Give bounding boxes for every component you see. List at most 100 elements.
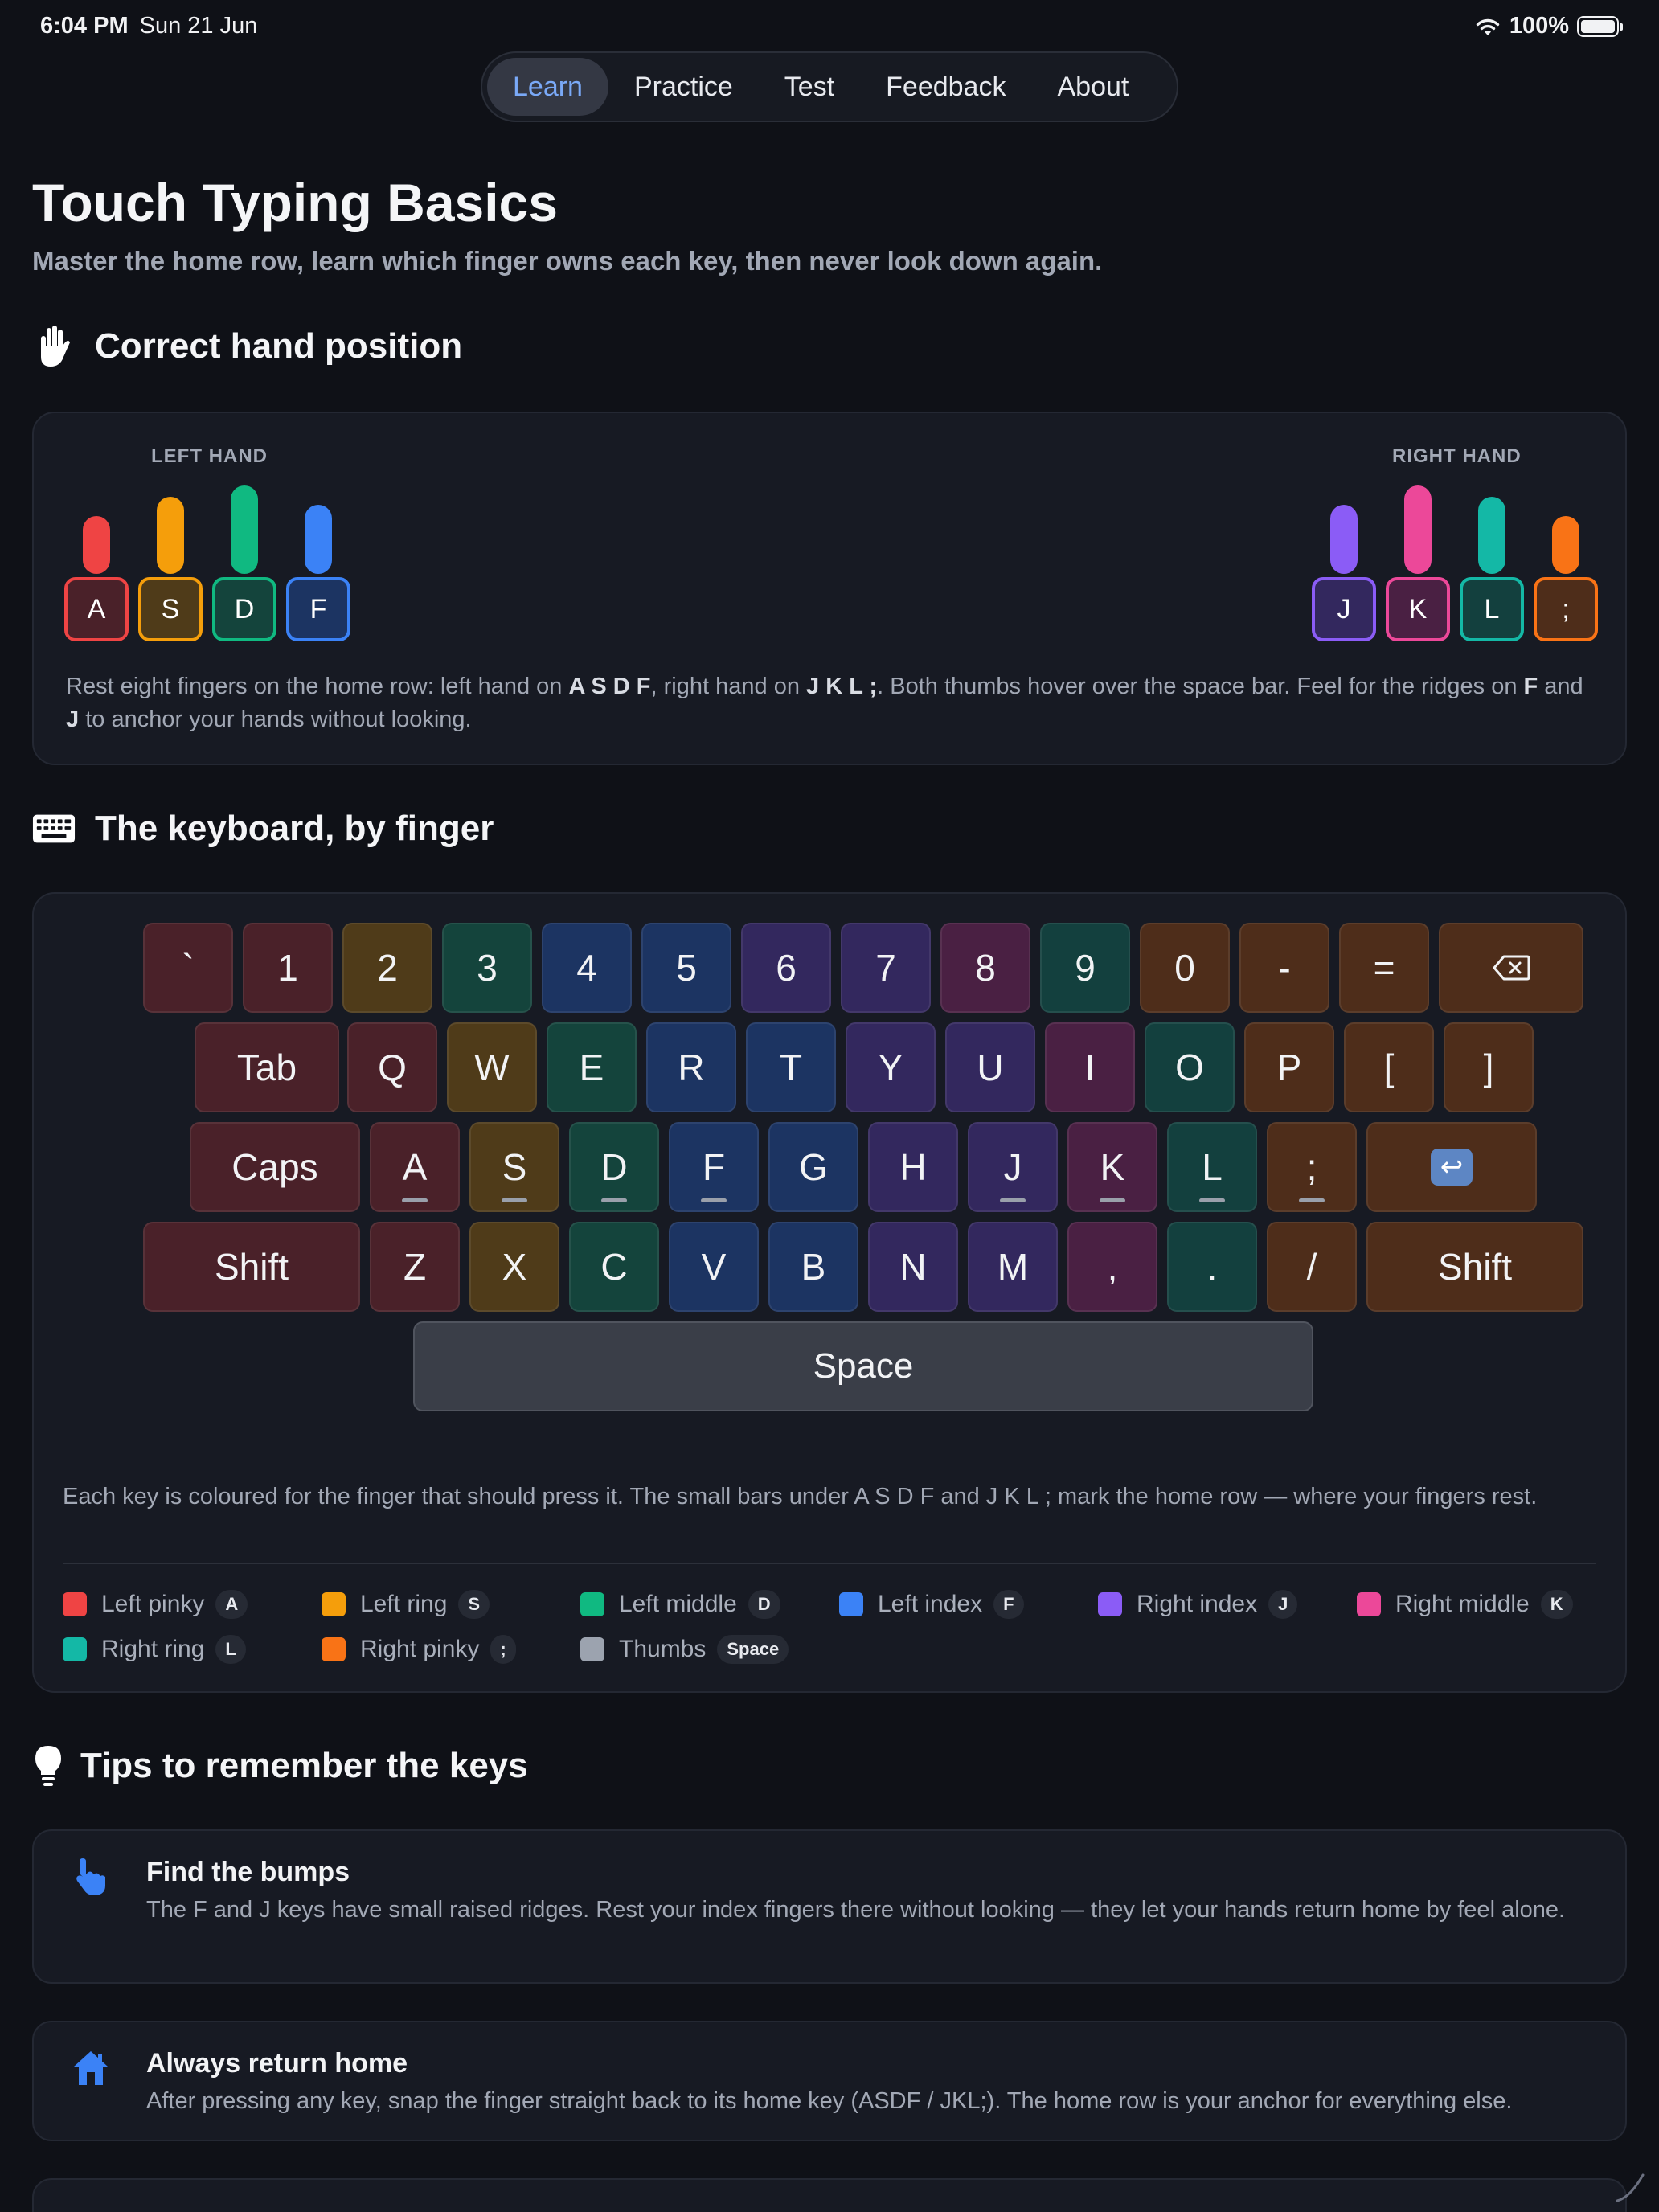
- tab-test[interactable]: Test: [759, 58, 860, 116]
- tab-learn[interactable]: Learn: [487, 58, 608, 116]
- keyboard-description: Each key is coloured for the finger that…: [63, 1484, 1538, 1509]
- key-x[interactable]: X: [469, 1222, 559, 1312]
- tip-title: Find the bumps: [146, 1857, 350, 1887]
- key-u[interactable]: U: [945, 1022, 1035, 1112]
- home-key-f: F: [286, 577, 350, 641]
- home-key-a: A: [64, 577, 129, 641]
- key-4[interactable]: 4: [542, 923, 632, 1013]
- legend-left-ring: Left ring S: [322, 1590, 490, 1619]
- key-k[interactable]: K: [1067, 1122, 1157, 1212]
- key-space[interactable]: Space: [413, 1321, 1313, 1411]
- home-row-marker: [701, 1198, 727, 1202]
- section-keyboard-title: The keyboard, by finger: [95, 809, 494, 848]
- home-key-d: D: [212, 577, 276, 641]
- key-8[interactable]: 8: [940, 923, 1030, 1013]
- key-y[interactable]: Y: [846, 1022, 936, 1112]
- section-hand-position-title: Correct hand position: [95, 326, 463, 366]
- key-semicolon[interactable]: ;: [1267, 1122, 1357, 1212]
- status-date: Sun 21 Jun: [139, 13, 258, 39]
- tab-practice[interactable]: Practice: [608, 58, 759, 116]
- status-right: 100%: [1474, 13, 1623, 39]
- key-p[interactable]: P: [1244, 1022, 1334, 1112]
- legend-swatch: [839, 1592, 863, 1616]
- key-q[interactable]: Q: [347, 1022, 437, 1112]
- legend-swatch: [1098, 1592, 1122, 1616]
- home-row-marker: [502, 1198, 527, 1202]
- key-0[interactable]: 0: [1140, 923, 1230, 1013]
- key-d[interactable]: D: [569, 1122, 659, 1212]
- key-7[interactable]: 7: [841, 923, 931, 1013]
- key-enter[interactable]: ↩: [1366, 1122, 1537, 1212]
- status-time-date: 6:04 PM Sun 21 Jun: [40, 13, 257, 39]
- key-1[interactable]: 1: [243, 923, 333, 1013]
- key-right-shift[interactable]: Shift: [1366, 1222, 1583, 1312]
- status-bar: 6:04 PM Sun 21 Jun 100%: [40, 11, 1623, 40]
- battery-icon: [1577, 15, 1623, 37]
- key-tab[interactable]: Tab: [195, 1022, 339, 1112]
- status-time: 6:04 PM: [40, 13, 129, 39]
- tip-card-partial: [32, 2178, 1627, 2212]
- battery-percent: 100%: [1509, 13, 1569, 39]
- key-r[interactable]: R: [646, 1022, 736, 1112]
- key-6[interactable]: 6: [741, 923, 831, 1013]
- key-comma[interactable]: ,: [1067, 1222, 1157, 1312]
- tab-about[interactable]: About: [1031, 58, 1154, 116]
- left-ring-finger: S: [138, 485, 203, 641]
- backspace-icon: [1493, 955, 1530, 981]
- key-s[interactable]: S: [469, 1122, 559, 1212]
- key-5[interactable]: 5: [641, 923, 731, 1013]
- key-v[interactable]: V: [669, 1222, 759, 1312]
- tip-card-return-home: Always return home After pressing any ke…: [32, 2021, 1627, 2141]
- section-tips-title: Tips to remember the keys: [80, 1746, 528, 1785]
- key-h[interactable]: H: [868, 1122, 958, 1212]
- home-key-l: L: [1460, 577, 1524, 641]
- key-9[interactable]: 9: [1040, 923, 1130, 1013]
- key-n[interactable]: N: [868, 1222, 958, 1312]
- key-m[interactable]: M: [968, 1222, 1058, 1312]
- left-hand-label: LEFT HAND: [151, 445, 268, 467]
- home-key-j: J: [1312, 577, 1376, 641]
- key-w[interactable]: W: [447, 1022, 537, 1112]
- tip-title: Always return home: [146, 2048, 408, 2079]
- key-backtick[interactable]: `: [143, 923, 233, 1013]
- key-caps[interactable]: Caps: [190, 1122, 360, 1212]
- key-g[interactable]: G: [768, 1122, 858, 1212]
- key-z[interactable]: Z: [370, 1222, 460, 1312]
- tab-feedback[interactable]: Feedback: [860, 58, 1031, 116]
- key-equals[interactable]: =: [1339, 923, 1429, 1013]
- key-backspace[interactable]: [1439, 923, 1583, 1013]
- legend-swatch: [1357, 1592, 1381, 1616]
- key-i[interactable]: I: [1045, 1022, 1135, 1112]
- legend-right-middle: Right middle K: [1357, 1590, 1573, 1619]
- home-key-semicolon: ;: [1534, 577, 1598, 641]
- left-pinky-finger: A: [64, 485, 129, 641]
- right-pinky-finger: ;: [1534, 485, 1598, 641]
- tip-card-find-bumps: Find the bumps The F and J keys have sma…: [32, 1829, 1627, 1984]
- key-f[interactable]: F: [669, 1122, 759, 1212]
- key-o[interactable]: O: [1145, 1022, 1235, 1112]
- key-e[interactable]: E: [547, 1022, 637, 1112]
- key-a[interactable]: A: [370, 1122, 460, 1212]
- key-t[interactable]: T: [746, 1022, 836, 1112]
- key-left-shift[interactable]: Shift: [143, 1222, 360, 1312]
- legend-left-pinky: Left pinky A: [63, 1590, 248, 1619]
- hand-icon: [32, 325, 76, 368]
- key-minus[interactable]: -: [1239, 923, 1329, 1013]
- lightbulb-icon: [32, 1744, 64, 1788]
- key-3[interactable]: 3: [442, 923, 532, 1013]
- right-hand-label: RIGHT HAND: [1392, 445, 1522, 467]
- right-index-finger: J: [1312, 485, 1376, 641]
- key-period[interactable]: .: [1167, 1222, 1257, 1312]
- key-2[interactable]: 2: [342, 923, 432, 1013]
- key-slash[interactable]: /: [1267, 1222, 1357, 1312]
- key-j[interactable]: J: [968, 1122, 1058, 1212]
- key-c[interactable]: C: [569, 1222, 659, 1312]
- key-l[interactable]: L: [1167, 1122, 1257, 1212]
- right-ring-finger: L: [1460, 485, 1524, 641]
- key-close-bracket[interactable]: ]: [1444, 1022, 1534, 1112]
- key-open-bracket[interactable]: [: [1344, 1022, 1434, 1112]
- key-b[interactable]: B: [768, 1222, 858, 1312]
- section-keyboard-heading: The keyboard, by finger: [32, 807, 494, 850]
- legend-swatch: [63, 1592, 87, 1616]
- legend-right-ring: Right ring L: [63, 1635, 246, 1664]
